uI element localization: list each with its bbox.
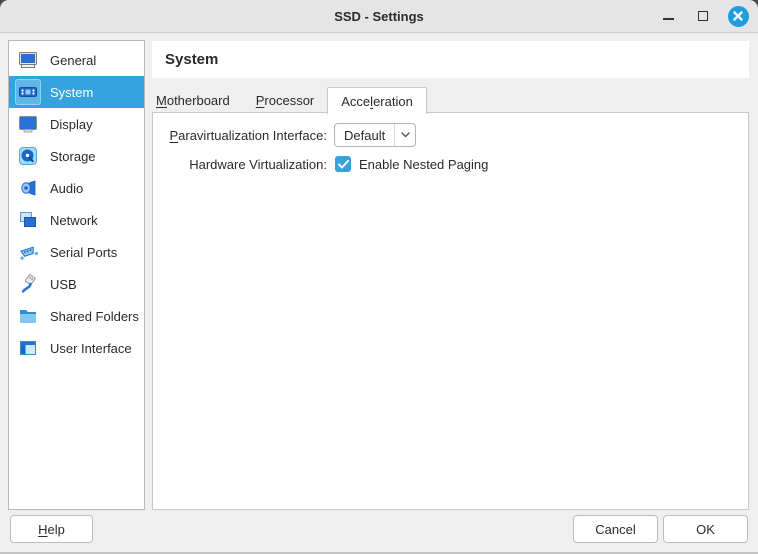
- ok-button[interactable]: OK: [663, 515, 748, 543]
- sidebar-item-shared-folders[interactable]: Shared Folders: [9, 300, 144, 332]
- sidebar-item-serial-ports[interactable]: Serial Ports: [9, 236, 144, 268]
- display-monitor-icon: [15, 111, 41, 137]
- audio-speaker-icon: [15, 175, 41, 201]
- sidebar-item-label: System: [50, 85, 93, 100]
- help-button[interactable]: Help: [10, 515, 93, 543]
- paravirtualization-label: Paravirtualization Interface:: [159, 128, 327, 143]
- cancel-button[interactable]: Cancel: [573, 515, 658, 543]
- general-monitor-icon: [15, 47, 41, 73]
- settings-window: SSD - Settings: [0, 0, 758, 554]
- minimize-button[interactable]: [657, 5, 679, 27]
- sidebar-item-audio[interactable]: Audio: [9, 172, 144, 204]
- sidebar-item-label: Serial Ports: [50, 245, 117, 260]
- sidebar-item-display[interactable]: Display: [9, 108, 144, 140]
- acceleration-tab-panel: Paravirtualization Interface: Default Ha…: [152, 112, 749, 510]
- close-button[interactable]: [727, 5, 749, 27]
- sidebar-item-label: General: [50, 53, 96, 68]
- paravirtualization-select[interactable]: Default: [334, 123, 416, 147]
- maximize-icon: [698, 11, 708, 21]
- nested-paging-checkbox-label: Enable Nested Paging: [359, 157, 488, 172]
- storage-disk-icon: [15, 143, 41, 169]
- sidebar-item-label: User Interface: [50, 341, 132, 356]
- sidebar-item-usb[interactable]: USB: [9, 268, 144, 300]
- usb-plug-icon: [15, 271, 41, 297]
- network-monitors-icon: [15, 207, 41, 233]
- close-icon: [728, 6, 749, 27]
- page-header: System: [152, 41, 749, 78]
- maximize-button[interactable]: [692, 5, 714, 27]
- paravirtualization-selected-value: Default: [335, 124, 394, 146]
- settings-category-list: General System: [8, 40, 145, 510]
- sidebar-item-label: Shared Folders: [50, 309, 139, 324]
- sidebar-item-label: Storage: [50, 149, 96, 164]
- serial-port-icon: [15, 239, 41, 265]
- sidebar-item-label: USB: [50, 277, 77, 292]
- window-controls: [657, 0, 749, 32]
- hardware-virtualization-row: Hardware Virtualization: Enable Nested P…: [159, 156, 748, 172]
- chevron-down-icon: [394, 124, 415, 146]
- titlebar: SSD - Settings: [0, 0, 758, 33]
- sidebar-item-label: Audio: [50, 181, 83, 196]
- page-title: System: [165, 51, 218, 68]
- checkmark-icon: [338, 160, 349, 169]
- nested-paging-checkbox[interactable]: [335, 156, 351, 172]
- sidebar-item-general[interactable]: General: [9, 44, 144, 76]
- system-tabs: Motherboard Processor Acceleration: [152, 86, 427, 113]
- shared-folder-icon: [15, 303, 41, 329]
- sidebar-item-user-interface[interactable]: User Interface: [9, 332, 144, 364]
- minimize-icon: [663, 18, 674, 20]
- user-interface-window-icon: [15, 335, 41, 361]
- paravirtualization-row: Paravirtualization Interface: Default: [159, 123, 748, 147]
- sidebar-item-label: Network: [50, 213, 98, 228]
- sidebar-item-network[interactable]: Network: [9, 204, 144, 236]
- sidebar-item-system[interactable]: System: [9, 76, 144, 108]
- hardware-virtualization-label: Hardware Virtualization:: [159, 157, 327, 172]
- tab-processor[interactable]: Processor: [243, 87, 328, 113]
- system-chip-icon: [15, 79, 41, 105]
- tab-motherboard[interactable]: Motherboard: [152, 87, 243, 113]
- tab-acceleration[interactable]: Acceleration: [327, 87, 427, 114]
- window-title: SSD - Settings: [334, 9, 424, 24]
- sidebar-item-storage[interactable]: Storage: [9, 140, 144, 172]
- sidebar-item-label: Display: [50, 117, 93, 132]
